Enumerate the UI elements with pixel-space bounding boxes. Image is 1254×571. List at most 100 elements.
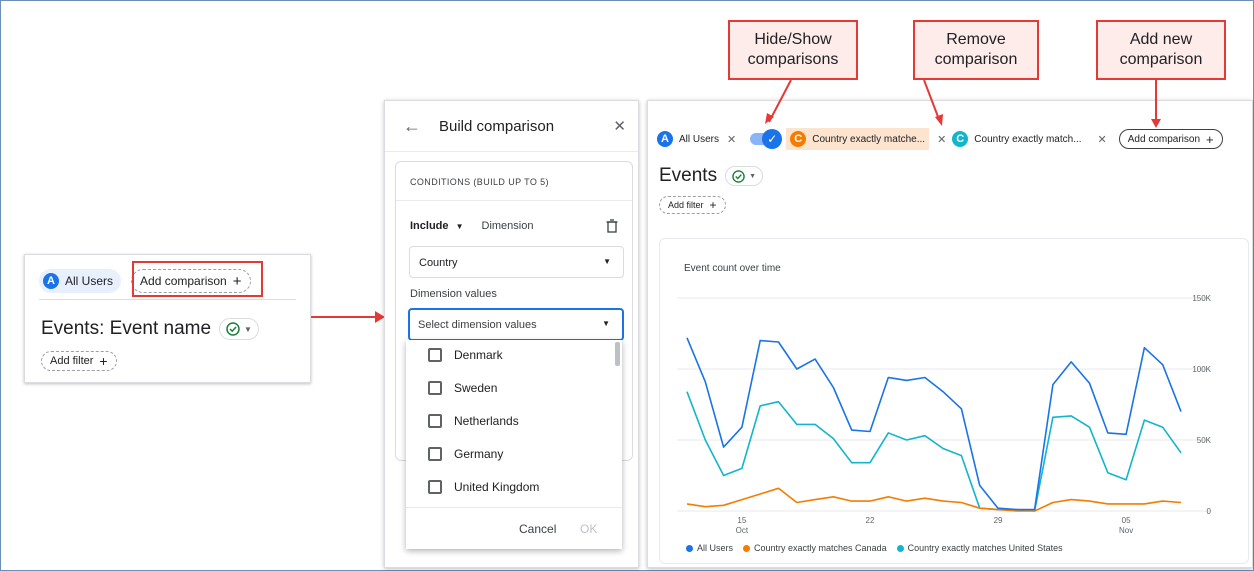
- add-comparison-label: Add comparison: [1127, 133, 1201, 145]
- page-title: Events: [659, 165, 718, 186]
- back-arrow-icon[interactable]: ←: [403, 116, 421, 137]
- panel-title: Build comparison: [439, 118, 555, 135]
- checkbox[interactable]: [428, 348, 442, 362]
- canada-chip-label: Country exactly matche...: [812, 133, 926, 145]
- legend-label: Country exactly matches Canada: [754, 543, 887, 553]
- option-label: United Kingdom: [454, 480, 540, 494]
- add-filter-label: Add filter: [668, 200, 704, 210]
- checkbox[interactable]: [428, 381, 442, 395]
- x-tick-label: 05: [1122, 516, 1131, 525]
- chart-legend: All Users Country exactly matches Canada…: [686, 543, 1063, 553]
- option-label: Germany: [454, 447, 504, 461]
- event-count-chart: 0 50K 100K 150K 15Oct 22 29 05Nov: [677, 294, 1212, 535]
- plus-icon: +: [1206, 131, 1214, 147]
- y-tick-label: 0: [1207, 507, 1212, 516]
- check-circle-icon: [732, 169, 745, 183]
- comparison-bar: A All Users ✕ ✓ C Country exactly matche…: [657, 128, 1223, 150]
- option-netherlands[interactable]: Netherlands: [428, 414, 519, 428]
- legend-label: Country exactly matches United States: [907, 543, 1063, 553]
- checkbox[interactable]: [428, 447, 442, 461]
- checkbox[interactable]: [428, 480, 442, 494]
- dimension-select[interactable]: Country ▼: [409, 246, 624, 278]
- legend-item-all-users: All Users: [686, 543, 733, 553]
- header-divider: [385, 151, 638, 152]
- x-tick-sublabel: Oct: [736, 526, 749, 535]
- check-circle-icon: [226, 322, 240, 336]
- conditions-divider: [396, 200, 632, 201]
- trash-icon[interactable]: [606, 219, 618, 233]
- caret-down-icon: ▼: [603, 257, 611, 266]
- callout-text: Remove comparison: [934, 31, 1018, 68]
- option-united-kingdom[interactable]: United Kingdom: [428, 480, 539, 494]
- callout-add-new: Add new comparison: [1096, 20, 1226, 80]
- x-tick-sublabel: Nov: [1119, 526, 1133, 535]
- remove-us-icon[interactable]: ✕: [1098, 133, 1107, 146]
- comparison-badge-a: A: [43, 273, 59, 289]
- all-users-label: All Users: [679, 133, 720, 145]
- canada-chip[interactable]: C Country exactly matche...: [786, 128, 930, 150]
- dropdown-divider: [406, 507, 622, 508]
- dimension-value: Country: [419, 257, 458, 269]
- all-users-label: All Users: [65, 274, 114, 288]
- x-tick-label: 29: [994, 516, 1003, 525]
- ok-button[interactable]: OK: [580, 522, 597, 536]
- dimension-values-select[interactable]: Select dimension values ▼: [408, 308, 624, 341]
- checkbox[interactable]: [428, 414, 442, 428]
- plus-icon: +: [99, 353, 108, 369]
- add-filter-button[interactable]: Add filter +: [41, 351, 117, 371]
- comparison-toggle[interactable]: ✓: [750, 129, 783, 149]
- y-tick-label: 150K: [1192, 294, 1211, 303]
- add-filter-button[interactable]: Add filter +: [659, 196, 726, 214]
- add-filter-label: Add filter: [50, 355, 94, 367]
- dimension-values-label: Dimension values: [410, 288, 497, 300]
- legend-item-us: Country exactly matches United States: [896, 543, 1063, 553]
- series-line-all-users: [686, 337, 1182, 511]
- callout-text: Hide/Show comparisons: [747, 31, 839, 68]
- comparison-badge-c: C: [952, 131, 969, 147]
- plus-icon: +: [709, 198, 717, 212]
- callout-text: Add new comparison: [1119, 31, 1203, 68]
- caret-down-icon: ▼: [749, 172, 757, 180]
- page-title: Events: Event name: [41, 318, 212, 339]
- cancel-button[interactable]: Cancel: [519, 522, 556, 536]
- option-denmark[interactable]: Denmark: [428, 348, 503, 362]
- callout-hide-show: Hide/Show comparisons: [728, 20, 858, 80]
- include-label: Include: [410, 220, 449, 232]
- comparison-badge-c: C: [790, 131, 807, 147]
- close-icon[interactable]: ✕: [613, 117, 626, 135]
- caret-down-icon: ▼: [244, 324, 252, 334]
- y-tick-label: 50K: [1197, 436, 1212, 445]
- all-users-chip[interactable]: A All Users: [39, 269, 122, 293]
- x-tick-label: 22: [866, 516, 875, 525]
- comparison-badge-a: A: [657, 131, 673, 147]
- caret-down-icon: ▼: [602, 319, 610, 328]
- us-chip-label[interactable]: Country exactly match...: [974, 134, 1081, 145]
- dimension-values-dropdown: Denmark Sweden Netherlands Germany Unite…: [406, 340, 622, 549]
- option-label: Netherlands: [454, 414, 519, 428]
- scrollbar[interactable]: [615, 342, 620, 366]
- y-tick-label: 100K: [1192, 365, 1211, 374]
- series-line-country-exactly-matches-canada: [686, 487, 1182, 512]
- option-label: Sweden: [454, 381, 498, 395]
- toggle-knob-check-icon: ✓: [762, 129, 783, 149]
- arrow-connector: [311, 311, 385, 323]
- select-placeholder: Select dimension values: [418, 319, 537, 331]
- option-sweden[interactable]: Sweden: [428, 381, 497, 395]
- legend-item-canada: Country exactly matches Canada: [743, 543, 887, 553]
- x-tick-label: 15: [737, 516, 746, 525]
- option-germany[interactable]: Germany: [428, 447, 503, 461]
- conditions-header: CONDITIONS (BUILD UP TO 5): [410, 177, 549, 187]
- add-comparison-highlight: [132, 261, 263, 297]
- divider: [39, 299, 296, 300]
- remove-all-users-icon[interactable]: ✕: [727, 133, 736, 146]
- dimension-label: Dimension: [481, 220, 534, 232]
- add-comparison-button[interactable]: Add comparison +: [1118, 129, 1223, 149]
- remove-canada-icon[interactable]: ✕: [937, 133, 946, 146]
- include-dropdown[interactable]: Include ▼: [410, 220, 464, 232]
- status-dropdown[interactable]: ▼: [219, 318, 259, 340]
- legend-label: All Users: [697, 543, 734, 553]
- option-label: Denmark: [454, 348, 503, 362]
- status-dropdown[interactable]: ▼: [725, 166, 764, 186]
- callout-remove: Remove comparison: [913, 20, 1039, 80]
- caret-down-icon: ▼: [455, 222, 464, 231]
